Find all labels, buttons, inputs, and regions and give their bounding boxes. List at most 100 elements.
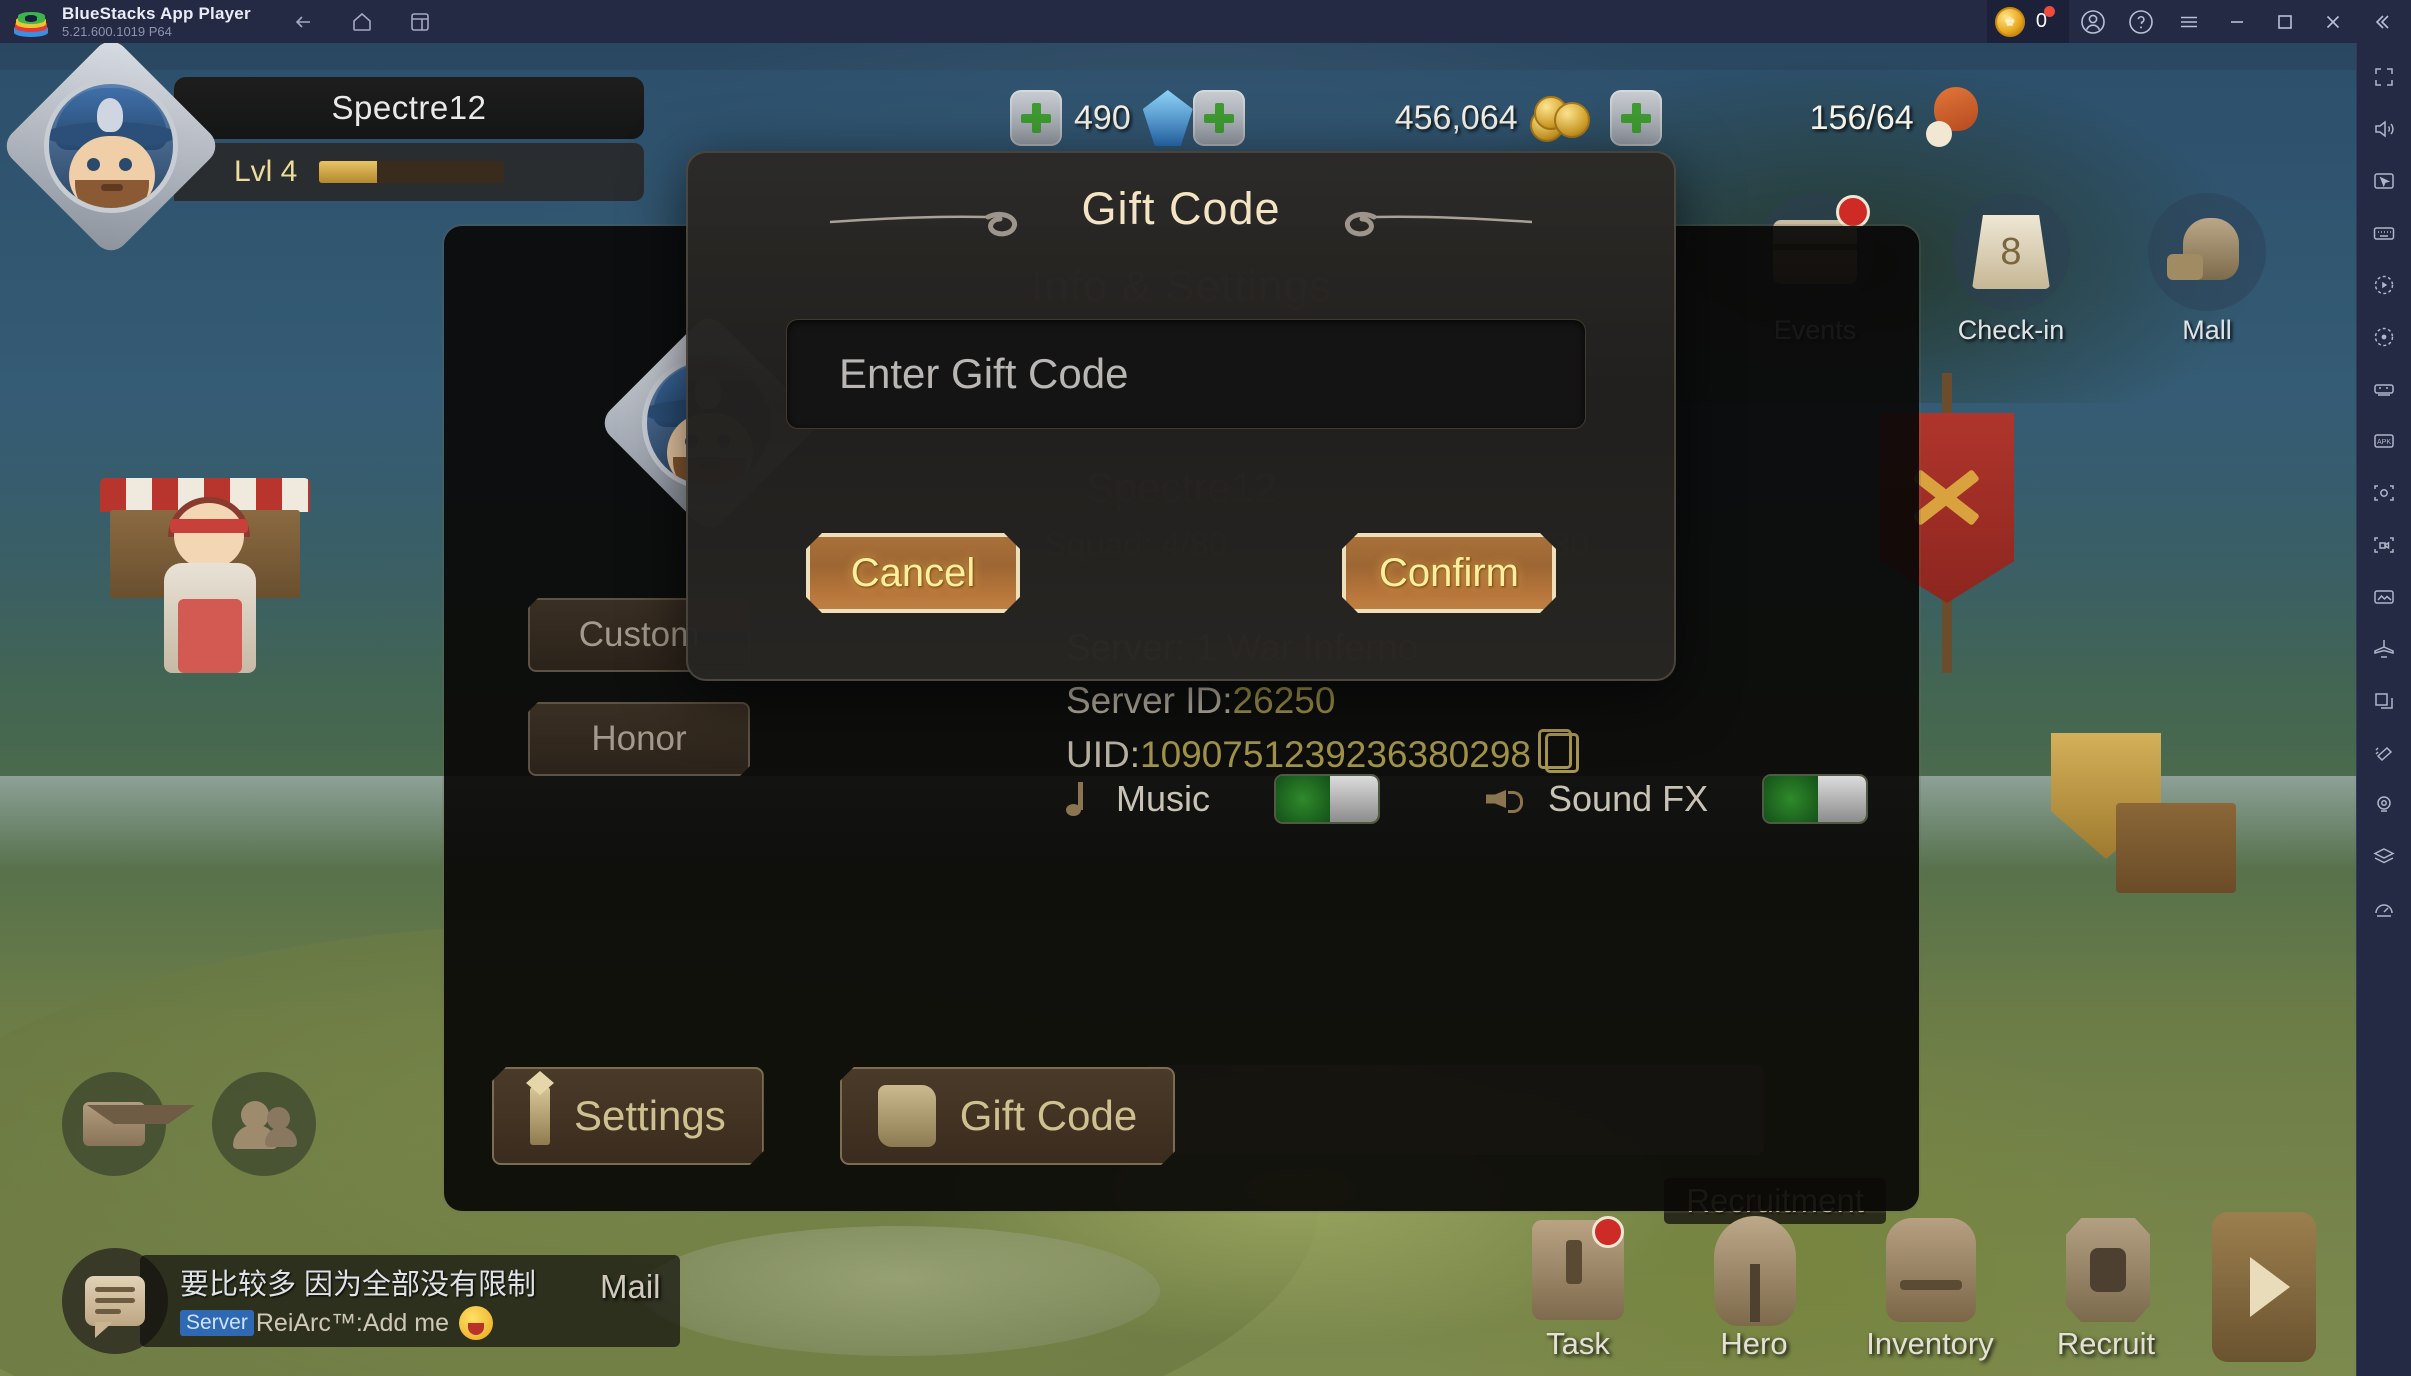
settings-sound-row: Music Sound FX — [1062, 774, 1869, 824]
gem-value: 490 — [1074, 98, 1131, 137]
add-food-button[interactable] — [1609, 90, 1662, 146]
speaker-icon — [1486, 783, 1524, 815]
home-icon[interactable] — [349, 9, 375, 35]
player-name: Spectre12 — [331, 89, 487, 126]
gift-code-input[interactable]: Enter Gift Code — [786, 319, 1586, 429]
add-gold-button[interactable] — [1192, 90, 1245, 146]
nav-item-inventory[interactable]: Inventory — [1860, 1212, 2000, 1362]
close-icon[interactable] — [2309, 0, 2357, 43]
calendar-day-number: 8 — [1972, 215, 2050, 289]
game-viewport[interactable]: Spectre12 Lvl 4 490 456,064 156/64 8 Che… — [0, 43, 2356, 1376]
soundfx-toggle[interactable] — [1762, 774, 1869, 824]
info-pillar-icon — [530, 1087, 550, 1145]
fullscreen-icon[interactable] — [2364, 57, 2404, 97]
avatar-portrait-icon — [49, 84, 173, 208]
tab-gift-code[interactable]: Gift Code — [840, 1067, 1175, 1165]
mail-button[interactable] — [62, 1072, 195, 1176]
airplane-icon[interactable] — [2364, 629, 2404, 669]
swirl-ornament-icon-right — [1319, 207, 1534, 237]
account-icon[interactable] — [2069, 0, 2117, 43]
cancel-button[interactable]: Cancel — [806, 533, 1020, 613]
media-manager-icon[interactable] — [2364, 577, 2404, 617]
helmet-icon — [1692, 1212, 1816, 1330]
minimize-icon[interactable] — [2213, 0, 2261, 43]
mall-icon — [2148, 193, 2266, 311]
music-note-icon — [1062, 782, 1092, 816]
copy-icon[interactable] — [1537, 728, 1579, 773]
gift-code-modal: Gift Code Enter Gift Code Cancel Confirm — [686, 151, 1676, 681]
cancel-label: Cancel — [850, 550, 976, 595]
gold-value: 456,064 — [1394, 98, 1518, 137]
nav-item-hero[interactable]: Hero — [1684, 1212, 1824, 1362]
svg-text:APK: APK — [2377, 439, 2391, 446]
recruit-label: Recruit — [2056, 1326, 2156, 1361]
events-badge — [1836, 195, 1870, 229]
back-icon[interactable] — [291, 9, 317, 35]
hud-item-check-in[interactable]: 8 Check-in — [1952, 193, 2070, 346]
inventory-label: Inventory — [1866, 1326, 1994, 1361]
apk-install-icon[interactable]: APK — [2364, 421, 2404, 461]
keyboard-icon[interactable] — [2364, 213, 2404, 253]
bluestacks-coin-pill[interactable]: ♚ 0 — [1986, 0, 2069, 43]
coin-icon: ♚ — [1994, 6, 2025, 37]
tab-settings[interactable]: Settings — [492, 1067, 764, 1165]
player-hud[interactable]: Spectre12 Lvl 4 — [0, 43, 644, 258]
server-id-label: Server ID: — [1066, 680, 1233, 722]
honor-button[interactable]: Honor — [528, 702, 750, 776]
people-icon — [231, 1101, 297, 1149]
tilt-icon[interactable] — [2364, 733, 2404, 773]
gift-modal-header: Gift Code — [688, 153, 1674, 283]
hud-item-mall[interactable]: Mall — [2148, 193, 2266, 346]
bluestacks-logo-icon — [14, 7, 48, 37]
add-gem-button[interactable] — [1010, 90, 1062, 146]
task-scroll-icon — [1516, 1212, 1640, 1330]
record-icon[interactable] — [2364, 525, 2404, 565]
merchant-npc — [150, 497, 270, 693]
left-float-buttons — [62, 1072, 316, 1176]
maximize-icon[interactable] — [2261, 0, 2309, 43]
screenshot-icon[interactable] — [2364, 473, 2404, 513]
tab-settings-label: Settings — [574, 1092, 726, 1139]
food-icon — [1925, 87, 1982, 149]
recruit-icon — [2044, 1212, 2168, 1330]
copy-window-icon[interactable] — [2364, 681, 2404, 721]
cursor-icon[interactable] — [2364, 161, 2404, 201]
help-icon[interactable] — [2117, 0, 2165, 43]
nav-item-task[interactable]: Task — [1508, 1212, 1648, 1362]
expand-nav-button[interactable] — [2212, 1212, 2316, 1362]
collapse-icon[interactable] — [2357, 0, 2405, 43]
confirm-button[interactable]: Confirm — [1342, 533, 1556, 613]
performance-icon[interactable] — [2364, 889, 2404, 929]
player-avatar[interactable] — [0, 43, 223, 258]
xp-bar-fill — [319, 161, 377, 183]
titlebar-nav-icons — [291, 9, 433, 35]
check-in-label: Check-in — [1957, 315, 2065, 345]
gem-icon — [1142, 90, 1193, 146]
multi-instance-icon[interactable] — [407, 9, 433, 35]
friends-button[interactable] — [212, 1072, 316, 1176]
macro-play-icon[interactable] — [2364, 265, 2404, 305]
coin-stack-icon — [1529, 90, 1592, 146]
bluestacks-sidebar: APK — [2356, 43, 2411, 1376]
rotate-icon[interactable] — [2364, 317, 2404, 357]
server-id-line: Server ID:26250 — [1066, 677, 1579, 724]
player-level-bar: Lvl 4 — [174, 143, 644, 201]
app-version: 5.21.600.1019 P64 — [62, 23, 172, 39]
menu-icon[interactable] — [2165, 0, 2213, 43]
multi-control-icon[interactable] — [2364, 369, 2404, 409]
bottom-nav-bar: Task Hero Inventory Recruit — [1508, 1212, 2316, 1362]
music-toggle[interactable] — [1274, 774, 1381, 824]
settings-bottom-panel — [1144, 1065, 1764, 1155]
chat-messages[interactable]: 要比较多 因为全部没有限制 Server ReiArc™:Add me — [140, 1255, 680, 1347]
gift-modal-buttons: Cancel Confirm — [688, 533, 1674, 613]
location-icon[interactable] — [2364, 785, 2404, 825]
layers-icon[interactable] — [2364, 837, 2404, 877]
chat-widget[interactable]: 要比较多 因为全部没有限制 Server ReiArc™:Add me — [62, 1248, 680, 1354]
crate-prop — [2116, 803, 2236, 893]
music-setting: Music — [1062, 774, 1381, 824]
chat-message-line1: 要比较多 因为全部没有限制 — [180, 1269, 537, 1301]
volume-icon[interactable] — [2364, 109, 2404, 149]
soundfx-setting: Sound FX — [1486, 774, 1869, 824]
coin-notification-dot — [2044, 6, 2055, 17]
nav-item-recruit[interactable]: Recruit — [2036, 1212, 2176, 1362]
